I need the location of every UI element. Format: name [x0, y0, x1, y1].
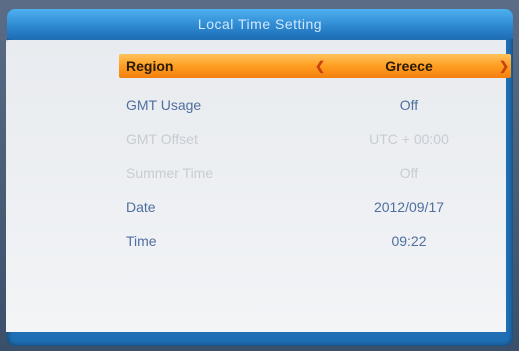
setting-value: UTC + 00:00: [369, 131, 449, 147]
setting-row-date[interactable]: Date 2012/09/17: [119, 190, 511, 224]
chevron-right-icon[interactable]: ❯: [499, 59, 509, 73]
setting-label: GMT Offset: [126, 131, 198, 147]
setting-row-gmt-offset: GMT Offset UTC + 00:00: [119, 122, 511, 156]
setting-row-time[interactable]: Time 09:22: [119, 224, 511, 258]
setting-label: Summer Time: [126, 165, 214, 181]
setting-label: Date: [126, 199, 156, 215]
setting-value: 2012/09/17: [373, 199, 445, 215]
setting-value: Off: [399, 97, 419, 113]
setting-label: Time: [126, 233, 157, 249]
setting-label: GMT Usage: [126, 97, 202, 113]
settings-list: Region ❮ Greece ❯ GMT Usage Off GMT Offs…: [119, 54, 511, 258]
setting-row-summer-time: Summer Time Off: [119, 156, 511, 190]
setting-value: 09:22: [391, 233, 427, 249]
setting-row-gmt-usage[interactable]: GMT Usage Off: [119, 88, 511, 122]
tv-screen: Local Time Setting Region ❮ Greece ❯ GMT…: [0, 0, 519, 351]
setting-label: Region: [126, 58, 174, 74]
setting-value: Greece: [385, 58, 433, 74]
window-title: Local Time Setting: [7, 9, 513, 39]
setting-value: Off: [399, 165, 419, 181]
setting-row-region[interactable]: Region ❮ Greece ❯: [119, 54, 511, 78]
